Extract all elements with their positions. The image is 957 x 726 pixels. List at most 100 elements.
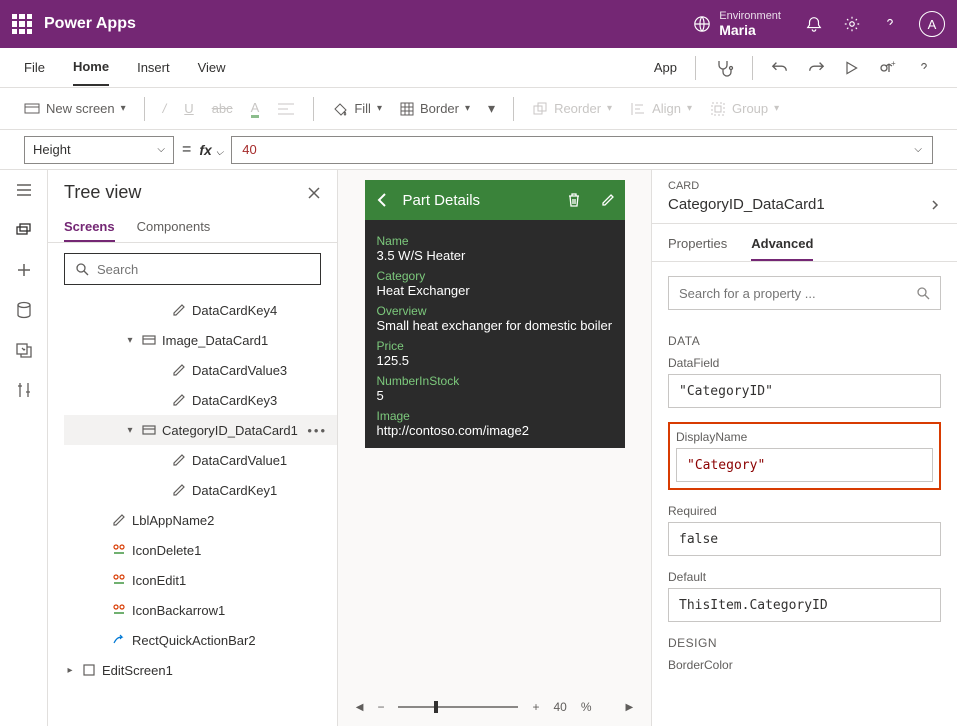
back-icon[interactable]: [375, 192, 391, 208]
displayname-input[interactable]: "Category": [676, 448, 933, 482]
node-label: CategoryID_DataCard1: [162, 423, 298, 438]
insert-icon[interactable]: [14, 260, 34, 280]
tab-advanced[interactable]: Advanced: [751, 232, 813, 261]
tree-node-IconDelete1[interactable]: IconDelete1: [64, 535, 337, 565]
caret-icon: ▾: [124, 425, 136, 436]
caret-icon: ▸: [64, 665, 76, 676]
node-icon: [112, 633, 126, 647]
fill-button[interactable]: Fill ▾: [332, 101, 382, 117]
tab-components[interactable]: Components: [137, 213, 211, 242]
undo-icon[interactable]: [771, 59, 789, 77]
strike-button: abc: [212, 101, 233, 116]
zoom-slider[interactable]: [398, 706, 518, 708]
tree-node-RectQuickActionBar2[interactable]: RectQuickActionBar2: [64, 625, 337, 655]
tree-node-EditScreen1[interactable]: ▸EditScreen1: [64, 655, 337, 685]
gear-icon[interactable]: [843, 15, 861, 33]
chevron-down-icon: ▾: [377, 103, 382, 114]
border-button[interactable]: Border ▾: [400, 101, 470, 116]
property-search-input[interactable]: [679, 286, 916, 301]
zoom-out-button[interactable]: −: [377, 700, 384, 714]
border-icon: [400, 102, 414, 116]
tree-node-CategoryID_DataCard1[interactable]: ▾ CategoryID_DataCard1 •••: [64, 415, 337, 445]
advanced-tools-icon[interactable]: [14, 380, 34, 400]
tree-node-DataCardKey3[interactable]: DataCardKey3: [64, 385, 337, 415]
scroll-right-icon[interactable]: ▶: [626, 702, 634, 713]
menu-app[interactable]: App: [654, 50, 677, 85]
tree-node-LblAppName2[interactable]: LblAppName2: [64, 505, 337, 535]
equals-sign: =: [182, 141, 191, 159]
zoom-in-button[interactable]: +: [532, 700, 539, 714]
data-icon[interactable]: [14, 300, 34, 320]
tree-node-DataCardKey4[interactable]: DataCardKey4: [64, 295, 337, 325]
screen-icon: [24, 103, 40, 115]
card-label: CARD: [668, 180, 941, 192]
scroll-left-icon[interactable]: ◀: [356, 702, 364, 713]
stethoscope-icon[interactable]: [714, 58, 734, 78]
hamburger-icon[interactable]: [14, 180, 34, 200]
tree-search[interactable]: [64, 253, 321, 285]
group-button: Group ▾: [710, 101, 779, 117]
required-input[interactable]: false: [668, 522, 941, 556]
displayname-highlight: DisplayName "Category": [668, 422, 941, 490]
node-label: IconBackarrow1: [132, 603, 225, 618]
datafield-input[interactable]: "CategoryID": [668, 374, 941, 408]
avatar[interactable]: A: [919, 11, 945, 37]
environment-picker[interactable]: Environment Maria: [693, 10, 781, 38]
underline-button: U: [184, 101, 193, 116]
help-icon[interactable]: [881, 15, 899, 33]
search-input[interactable]: [97, 262, 310, 277]
field-value: Heat Exchanger: [377, 283, 613, 298]
bell-icon[interactable]: [805, 15, 823, 33]
field-value: 125.5: [377, 353, 613, 368]
new-screen-button[interactable]: New screen ▾: [24, 101, 126, 116]
tab-properties[interactable]: Properties: [668, 232, 727, 261]
tree-node-DataCardValue3[interactable]: DataCardValue3: [64, 355, 337, 385]
menu-insert[interactable]: Insert: [137, 50, 170, 85]
field-label: Category: [377, 269, 613, 283]
tree-node-DataCardKey1[interactable]: DataCardKey1: [64, 475, 337, 505]
properties-panel: CARD CategoryID_DataCard1 Properties Adv…: [651, 170, 957, 726]
help-icon[interactable]: [915, 59, 933, 77]
node-label: Image_DataCard1: [162, 333, 268, 348]
menu-view[interactable]: View: [198, 50, 226, 85]
chevron-down-icon: ▾: [774, 103, 779, 114]
chevron-down-icon[interactable]: ▾: [488, 100, 495, 117]
tree-node-IconEdit1[interactable]: IconEdit1: [64, 565, 337, 595]
default-input[interactable]: ThisItem.CategoryID: [668, 588, 941, 622]
tree-node-Image_DataCard1[interactable]: ▾Image_DataCard1: [64, 325, 337, 355]
menu-file[interactable]: File: [24, 50, 45, 85]
tree-view-icon[interactable]: [14, 220, 34, 240]
property-selector[interactable]: Height ⌵: [24, 136, 174, 164]
menu-home[interactable]: Home: [73, 49, 109, 86]
italic-button: /: [163, 101, 167, 116]
tab-screens[interactable]: Screens: [64, 213, 115, 242]
edit-icon[interactable]: [601, 193, 615, 207]
node-icon: [82, 663, 96, 677]
delete-icon[interactable]: [567, 192, 581, 208]
fx-label[interactable]: fx ⌵: [199, 142, 223, 158]
divider: [695, 56, 696, 80]
zoom-bar: ◀ − + 40 % ▶: [338, 694, 651, 720]
divider: [313, 97, 314, 121]
close-icon[interactable]: [307, 186, 321, 200]
share-icon[interactable]: +: [877, 58, 897, 78]
menubar: File Home Insert View App +: [0, 48, 957, 88]
chevron-down-icon: ▾: [687, 103, 692, 114]
formula-input[interactable]: 40 ⌵: [231, 136, 933, 164]
tree-body: DataCardKey4▾Image_DataCard1DataCardValu…: [48, 295, 337, 714]
phone-header: Part Details: [365, 180, 625, 220]
more-icon[interactable]: •••: [307, 423, 327, 438]
node-icon: [112, 573, 126, 587]
property-search[interactable]: [668, 276, 941, 310]
tree-node-IconBackarrow1[interactable]: IconBackarrow1: [64, 595, 337, 625]
chevron-right-icon[interactable]: [929, 199, 941, 211]
play-icon[interactable]: [843, 60, 859, 76]
node-icon: [142, 333, 156, 347]
tree-node-DataCardValue1[interactable]: DataCardValue1: [64, 445, 337, 475]
search-icon: [916, 286, 930, 300]
svg-text:+: +: [891, 59, 896, 68]
zoom-unit: %: [581, 700, 592, 714]
redo-icon[interactable]: [807, 59, 825, 77]
waffle-icon[interactable]: [12, 14, 32, 34]
media-icon[interactable]: [14, 340, 34, 360]
